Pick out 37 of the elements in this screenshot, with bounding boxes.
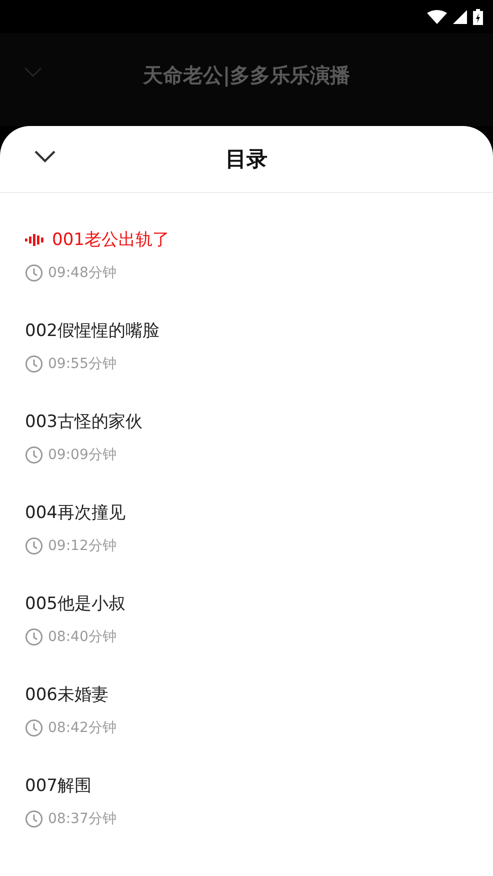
chapter-duration: 08:40分钟 — [48, 628, 116, 647]
chapter-item[interactable]: 002假惺惺的嘴脸 09:55分钟 — [25, 320, 468, 374]
player-title: 天命老公|多多乐乐演播 — [142, 62, 350, 89]
signal-icon — [453, 10, 467, 24]
chapter-duration: 08:42分钟 — [48, 719, 116, 738]
chapter-duration: 09:09分钟 — [48, 446, 116, 465]
clock-icon — [25, 355, 43, 373]
chapter-duration: 09:12分钟 — [48, 537, 116, 556]
chapter-item[interactable]: 001老公出轨了 09:48分钟 — [25, 229, 468, 283]
chapter-duration: 09:48分钟 — [48, 264, 116, 283]
clock-icon — [25, 810, 43, 828]
chapter-item[interactable]: 005他是小叔 08:40分钟 — [25, 593, 468, 647]
sound-wave-icon — [25, 234, 44, 246]
chapter-title: 004再次撞见 — [25, 502, 126, 524]
chapter-title: 003古怪的家伙 — [25, 411, 142, 433]
clock-icon — [25, 264, 43, 282]
clock-icon — [25, 537, 43, 555]
chevron-down-icon — [24, 67, 42, 77]
chapter-item[interactable]: 003古怪的家伙 09:09分钟 — [25, 411, 468, 465]
battery-icon — [473, 8, 483, 24]
chapter-title: 001老公出轨了 — [52, 229, 170, 251]
chapter-title: 002假惺惺的嘴脸 — [25, 320, 160, 342]
chapter-item[interactable]: 007解围 08:37分钟 — [25, 775, 468, 829]
close-button[interactable] — [34, 150, 56, 163]
clock-icon — [25, 628, 43, 646]
chapter-title: 006未婚妻 — [25, 684, 108, 706]
chapter-duration: 08:37分钟 — [48, 810, 116, 829]
chapter-item[interactable]: 004再次撞见 09:12分钟 — [25, 502, 468, 556]
sheet-title: 目录 — [226, 146, 268, 173]
chapter-title: 007解围 — [25, 775, 92, 797]
chapter-title: 005他是小叔 — [25, 593, 126, 615]
chapter-item[interactable]: 006未婚妻 08:42分钟 — [25, 684, 468, 738]
chevron-down-icon — [34, 150, 56, 163]
clock-icon — [25, 446, 43, 464]
clock-icon — [25, 719, 43, 737]
chapter-duration: 09:55分钟 — [48, 355, 116, 374]
wifi-icon — [427, 10, 447, 24]
